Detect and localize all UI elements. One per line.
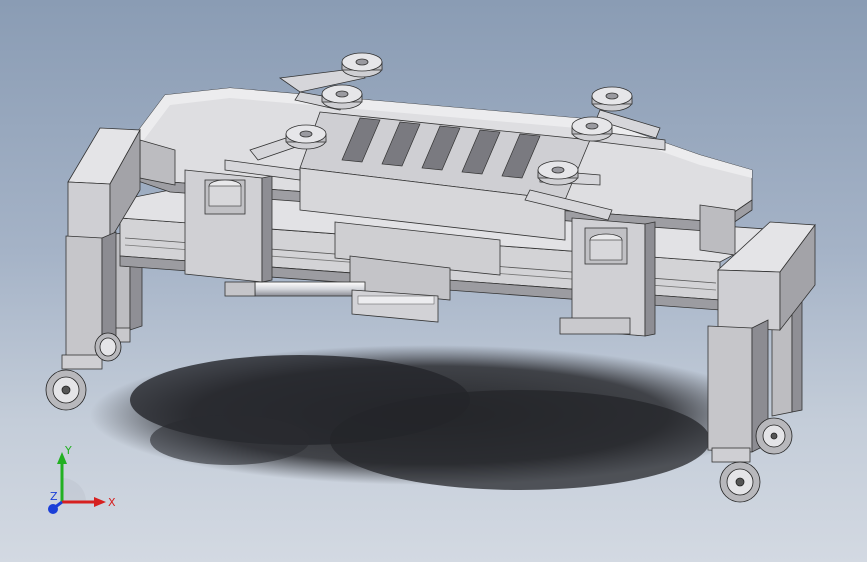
cad-viewport[interactable]: Y X Z	[0, 0, 867, 562]
roller-pad	[537, 160, 579, 186]
caster-wheel	[94, 332, 122, 362]
z-axis-label: Z	[50, 490, 58, 503]
floor-shadow	[90, 345, 770, 490]
y-axis-label: Y	[64, 444, 72, 457]
roller-pad	[571, 116, 613, 142]
x-axis-arrow-icon	[94, 497, 106, 507]
clamp-block-right	[559, 217, 656, 337]
roller-pad	[591, 86, 633, 112]
x-axis-label: X	[108, 496, 116, 509]
roller-pad	[321, 84, 363, 110]
caster-wheel	[719, 461, 761, 503]
roller-pad	[341, 52, 383, 78]
z-axis-dot-icon	[48, 504, 58, 514]
roller-pad	[285, 124, 327, 150]
caster-wheel	[755, 417, 793, 455]
triad-plane	[62, 478, 86, 502]
assembly-model[interactable]	[0, 0, 867, 562]
caster-wheel	[45, 369, 87, 411]
axis-triad[interactable]: Y X Z	[40, 440, 120, 520]
clamp-block-left	[184, 169, 273, 297]
